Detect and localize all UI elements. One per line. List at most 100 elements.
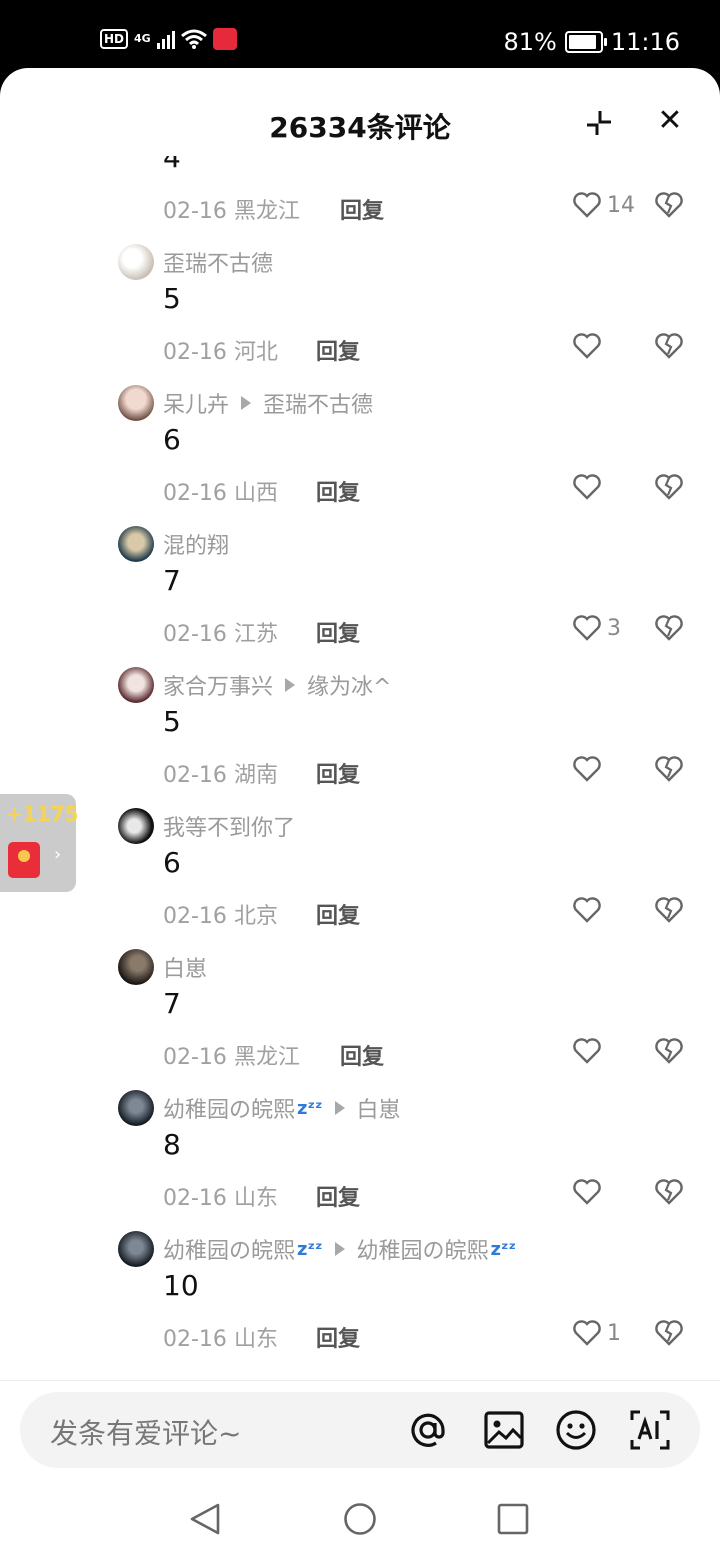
reply-button[interactable]: 回复: [316, 1321, 360, 1353]
recents-icon[interactable]: [496, 1502, 530, 1536]
author-name[interactable]: 白崽: [163, 951, 207, 983]
collapse-icon[interactable]: [584, 108, 614, 138]
avatar[interactable]: [118, 1231, 154, 1267]
comment-item: 家合万事兴 缘为冰^ 5 02-16 湖南 回复: [0, 667, 720, 808]
at-icon[interactable]: [406, 1408, 450, 1452]
comment-list[interactable]: 4 02-16 黑龙江 回复 14 歪瑞不古德 5 02-16 河北 回复 呆儿…: [0, 156, 720, 1381]
dislike-button[interactable]: [655, 894, 685, 926]
comment-date: 02-16: [163, 481, 227, 506]
avatar[interactable]: [118, 667, 154, 703]
author-name[interactable]: 我等不到你了: [163, 810, 295, 842]
hd-indicator: HD: [100, 29, 129, 49]
comment-input-placeholder[interactable]: 发条有爱评论~: [50, 1412, 241, 1452]
heart-icon: [573, 897, 601, 923]
comment-date: 02-16: [163, 763, 227, 788]
like-button[interactable]: [573, 753, 607, 785]
emoji-icon[interactable]: [554, 1408, 598, 1452]
reply-button[interactable]: 回复: [316, 1180, 360, 1212]
avatar[interactable]: [118, 385, 154, 421]
broken-heart-icon: [655, 333, 683, 359]
comment-author[interactable]: 幼稚园の皖熙 zᶻᶻ 幼稚园の皖熙 zᶻᶻ: [163, 1233, 516, 1265]
close-icon[interactable]: ✕: [655, 106, 685, 136]
reply-button[interactable]: 回复: [340, 1039, 384, 1071]
comment-location: 山东: [233, 1327, 278, 1352]
reply-button[interactable]: 回复: [316, 757, 360, 789]
like-button[interactable]: [573, 894, 607, 926]
dislike-button[interactable]: [655, 330, 685, 362]
comment-item: 幼稚园の皖熙 zᶻᶻ 白崽 8 02-16 山东 回复: [0, 1090, 720, 1231]
comment-input-bar[interactable]: 发条有爱评论~: [20, 1392, 700, 1468]
reply-button[interactable]: 回复: [316, 616, 360, 648]
comment-author[interactable]: 歪瑞不古德: [163, 246, 273, 278]
avatar[interactable]: [118, 244, 154, 280]
avatar[interactable]: [118, 1090, 154, 1126]
comment-item: 混的翔 7 02-16 江苏 回复 3: [0, 526, 720, 667]
author-name[interactable]: 家合万事兴: [163, 669, 273, 701]
comment-text: 7: [163, 987, 181, 1020]
comment-item: 呆儿卉 歪瑞不古德 6 02-16 山西 回复: [0, 385, 720, 526]
like-count: 3: [607, 615, 621, 641]
comment-date: 02-16: [163, 622, 227, 647]
like-button[interactable]: 1: [573, 1317, 621, 1349]
chevron-right-icon[interactable]: ›: [54, 844, 61, 865]
heart-icon: [573, 1038, 601, 1064]
comment-sheet: 26334条评论 ✕ 4 02-16 黑龙江 回复 14 歪瑞不古德 5 02-…: [0, 68, 720, 1560]
reply-to-name[interactable]: 白崽: [357, 1092, 401, 1124]
reply-to-name[interactable]: 幼稚园の皖熙: [357, 1233, 489, 1265]
like-button[interactable]: [573, 1176, 607, 1208]
like-button[interactable]: 14: [573, 189, 635, 221]
author-name[interactable]: 幼稚园の皖熙: [163, 1233, 295, 1265]
like-count: 14: [607, 192, 635, 218]
comment-author[interactable]: 混的翔: [163, 528, 229, 560]
reply-button[interactable]: 回复: [340, 193, 384, 225]
dislike-button[interactable]: [655, 1317, 685, 1349]
like-button[interactable]: [573, 471, 607, 503]
comment-text: 8: [163, 1128, 181, 1161]
comment-location: 江苏: [233, 622, 278, 647]
comment-item: 白崽 7 02-16 黑龙江 回复: [0, 949, 720, 1090]
like-button[interactable]: 3: [573, 612, 621, 644]
dislike-button[interactable]: [655, 612, 685, 644]
comment-author[interactable]: 白崽: [163, 951, 207, 983]
author-name[interactable]: 幼稚园の皖熙: [163, 1092, 295, 1124]
broken-heart-icon: [655, 1320, 683, 1346]
like-button[interactable]: [573, 1035, 607, 1067]
heart-icon: [573, 333, 601, 359]
author-name[interactable]: 歪瑞不古德: [163, 246, 273, 278]
comment-text: 6: [163, 846, 181, 879]
ai-icon[interactable]: [628, 1408, 672, 1452]
comment-location: 山西: [233, 481, 278, 506]
home-icon[interactable]: [343, 1502, 377, 1536]
comment-author[interactable]: 幼稚园の皖熙 zᶻᶻ 白崽: [163, 1092, 401, 1124]
comment-date: 02-16: [163, 904, 227, 929]
comment-author[interactable]: 家合万事兴 缘为冰^: [163, 669, 391, 701]
author-name[interactable]: 呆儿卉: [163, 387, 229, 419]
red-packet-widget[interactable]: +1175 ›: [0, 794, 78, 892]
avatar[interactable]: [118, 808, 154, 844]
broken-heart-icon: [655, 1038, 683, 1064]
dislike-button[interactable]: [655, 753, 685, 785]
comment-author[interactable]: 呆儿卉 歪瑞不古德: [163, 387, 373, 419]
dislike-button[interactable]: [655, 471, 685, 503]
author-name[interactable]: 混的翔: [163, 528, 229, 560]
dislike-button[interactable]: [655, 1176, 685, 1208]
wifi-icon: [180, 29, 207, 49]
reply-button[interactable]: 回复: [316, 334, 360, 366]
like-count: 1: [607, 1320, 621, 1346]
avatar[interactable]: [118, 526, 154, 562]
dislike-button[interactable]: [655, 189, 685, 221]
comment-text: 10: [163, 1269, 199, 1302]
comment-meta: 02-16 山东: [163, 1321, 278, 1353]
back-icon[interactable]: [188, 1502, 222, 1536]
system-nav-bar: [0, 1478, 720, 1560]
image-icon[interactable]: [482, 1408, 526, 1452]
comment-text: 5: [163, 705, 181, 738]
like-button[interactable]: [573, 330, 607, 362]
reply-to-name[interactable]: 歪瑞不古德: [263, 387, 373, 419]
reply-button[interactable]: 回复: [316, 898, 360, 930]
reply-to-name[interactable]: 缘为冰^: [307, 669, 391, 701]
avatar[interactable]: [118, 949, 154, 985]
comment-author[interactable]: 我等不到你了: [163, 810, 295, 842]
dislike-button[interactable]: [655, 1035, 685, 1067]
reply-button[interactable]: 回复: [316, 475, 360, 507]
